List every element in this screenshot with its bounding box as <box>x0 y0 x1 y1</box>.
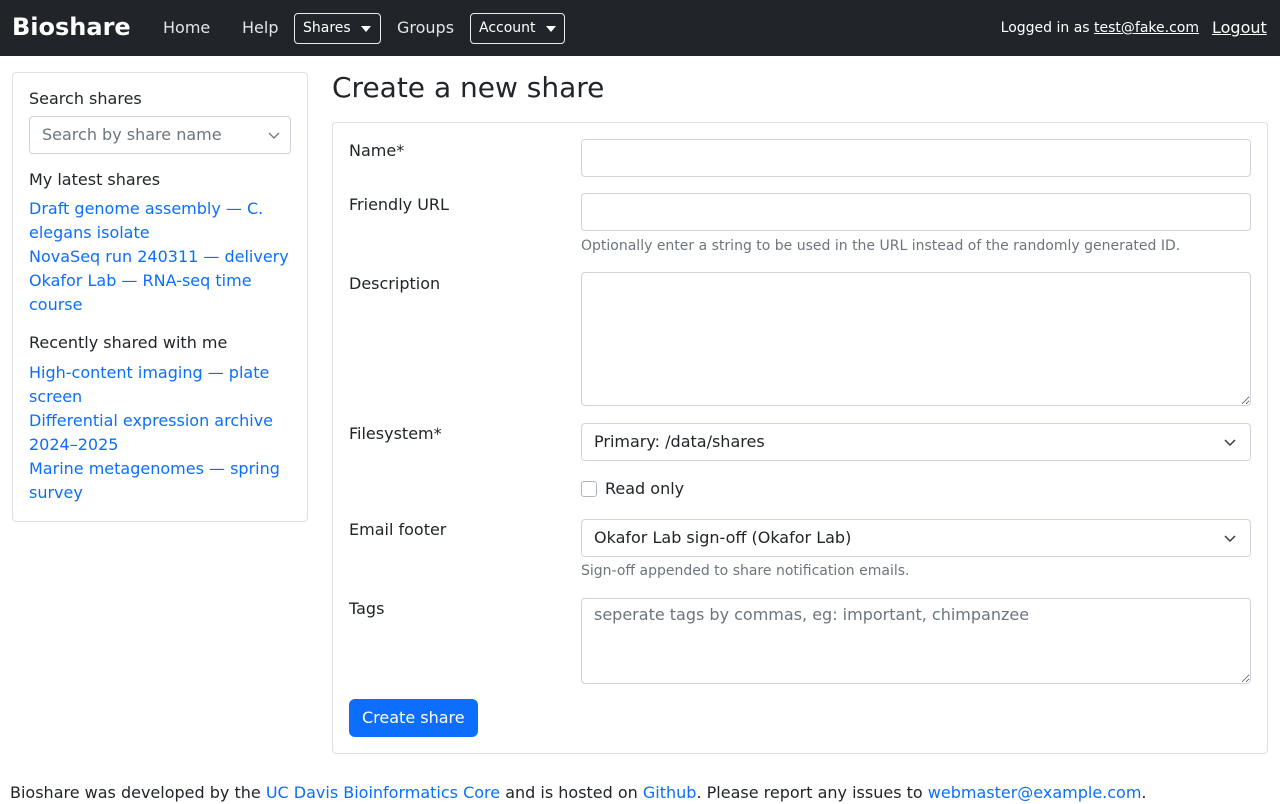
footer: Bioshare was developed by the UC Davis B… <box>10 782 1147 804</box>
share-search-select[interactable]: Search by share name <box>29 116 291 154</box>
caret-down-icon <box>360 25 371 32</box>
email-footer-help: Sign-off appended to share notification … <box>581 563 910 579</box>
shared-share-link[interactable]: Marine metagenomes — spring survey <box>29 457 293 505</box>
bioinformatics-core-link[interactable]: UC Davis Bioinformatics Core <box>266 783 500 802</box>
footer-text: Bioshare was developed by the <box>10 783 266 802</box>
search-shares-heading: Search shares <box>29 89 142 108</box>
shared-share-link[interactable]: High-content imaging — plate screen <box>29 361 293 409</box>
footer-text: . Please report any issues to <box>696 783 928 802</box>
webmaster-email-link[interactable]: webmaster@example.com <box>928 783 1142 802</box>
logged-in-prefix: Logged in as <box>1000 20 1095 36</box>
friendly-url-label: Friendly URL <box>349 195 449 214</box>
email-footer-selected-value: Okafor Lab sign-off (Okafor Lab) <box>594 528 852 547</box>
nav-groups-link[interactable]: Groups <box>397 16 454 40</box>
latest-shares-list: Draft genome assembly — C. elegans isola… <box>29 197 293 317</box>
latest-shares-heading: My latest shares <box>29 170 161 189</box>
shared-with-me-list: High-content imaging — plate screen Diff… <box>29 361 293 505</box>
chevron-down-icon <box>1224 535 1236 543</box>
shared-share-link[interactable]: Differential expression archive 2024–202… <box>29 409 293 457</box>
latest-share-link[interactable]: Okafor Lab — RNA-seq time course <box>29 269 269 317</box>
footer-text: and is hosted on <box>500 783 643 802</box>
shares-dropdown-button[interactable]: Shares <box>294 13 381 44</box>
read-only-row: Read only <box>581 479 684 499</box>
description-label: Description <box>349 274 441 293</box>
share-search-placeholder: Search by share name <box>42 125 222 144</box>
tags-textarea[interactable] <box>581 598 1251 684</box>
filesystem-select[interactable]: Primary: /data/shares <box>581 423 1251 461</box>
description-textarea[interactable] <box>581 272 1251 406</box>
filesystem-label: Filesystem* <box>349 424 442 443</box>
latest-share-link[interactable]: NovaSeq run 240311 — delivery <box>29 245 293 269</box>
email-footer-label: Email footer <box>349 520 447 539</box>
create-share-button[interactable]: Create share <box>349 699 478 737</box>
sidebar: Search shares Search by share name My la… <box>12 72 308 522</box>
name-label: Name* <box>349 141 405 160</box>
chevron-down-icon <box>1224 439 1236 447</box>
account-dropdown-label: Account <box>479 20 536 36</box>
footer-text: . <box>1141 783 1147 802</box>
nav-help-link[interactable]: Help <box>242 16 278 40</box>
chevron-down-icon <box>268 132 280 139</box>
shares-dropdown-label: Shares <box>303 20 351 36</box>
filesystem-selected-value: Primary: /data/shares <box>594 432 765 451</box>
page-title: Create a new share <box>332 71 605 104</box>
email-footer-select[interactable]: Okafor Lab sign-off (Okafor Lab) <box>581 519 1251 557</box>
github-link[interactable]: Github <box>643 783 697 802</box>
navbar: Bioshare Home Help Shares Groups Account… <box>0 0 1280 56</box>
name-input[interactable] <box>581 139 1251 177</box>
read-only-checkbox[interactable] <box>581 481 597 497</box>
friendly-url-input[interactable] <box>581 193 1251 231</box>
latest-share-link[interactable]: Draft genome assembly — C. elegans isola… <box>29 197 293 245</box>
nav-home-link[interactable]: Home <box>163 16 210 40</box>
shared-with-me-heading: Recently shared with me <box>29 333 228 352</box>
create-share-form: Name* Friendly URL Optionally enter a st… <box>332 122 1268 754</box>
logged-in-status: Logged in as test@fake.com <box>1001 19 1199 37</box>
brand-link[interactable]: Bioshare <box>12 11 131 43</box>
logout-link[interactable]: Logout <box>1212 16 1267 40</box>
tags-label: Tags <box>349 599 385 618</box>
read-only-label[interactable]: Read only <box>605 479 684 499</box>
caret-down-icon <box>545 25 556 32</box>
user-email-link[interactable]: test@fake.com <box>1094 20 1199 36</box>
account-dropdown-button[interactable]: Account <box>470 13 565 44</box>
friendly-url-help: Optionally enter a string to be used in … <box>581 238 1181 254</box>
